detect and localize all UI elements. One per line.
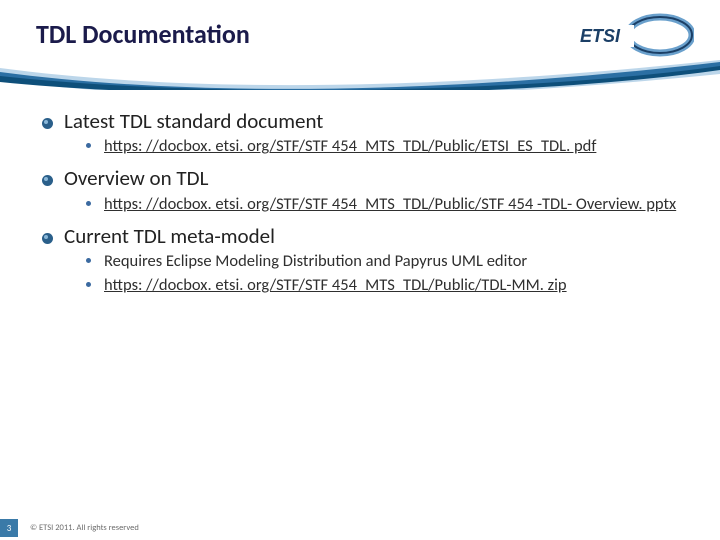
sub-list: https: //docbox. etsi. org/STF/STF 454_M… bbox=[86, 136, 688, 157]
list-item: https: //docbox. etsi. org/STF/STF 454_M… bbox=[86, 194, 688, 215]
dot-bullet-icon bbox=[86, 143, 91, 148]
header-swoosh bbox=[0, 58, 720, 90]
section-heading: Overview on TDL bbox=[64, 165, 688, 191]
logo-text: ETSI bbox=[580, 26, 621, 46]
sphere-bullet-icon bbox=[42, 172, 53, 183]
section-item: Latest TDL standard document https: //do… bbox=[42, 108, 688, 157]
link-text[interactable]: https: //docbox. etsi. org/STF/STF 454_M… bbox=[104, 194, 688, 215]
slide: TDL Documentation ETSI bbox=[0, 0, 720, 540]
footer: 3 © ETSI 2011. All rights reserved bbox=[0, 514, 720, 540]
item-text: Requires Eclipse Modeling Distribution a… bbox=[104, 251, 688, 272]
list-item: https: //docbox. etsi. org/STF/STF 454_M… bbox=[86, 275, 688, 296]
bullet-list: Latest TDL standard document https: //do… bbox=[42, 108, 688, 296]
list-item: Requires Eclipse Modeling Distribution a… bbox=[86, 251, 688, 272]
dot-bullet-icon bbox=[86, 258, 91, 263]
etsi-logo: ETSI bbox=[574, 12, 694, 58]
dot-bullet-icon bbox=[86, 282, 91, 287]
dot-bullet-icon bbox=[86, 201, 91, 206]
header: TDL Documentation ETSI bbox=[0, 0, 720, 86]
slide-title: TDL Documentation bbox=[36, 18, 250, 50]
section-item: Current TDL meta-model Requires Eclipse … bbox=[42, 223, 688, 296]
link-text[interactable]: https: //docbox. etsi. org/STF/STF 454_M… bbox=[104, 136, 688, 157]
sub-list: https: //docbox. etsi. org/STF/STF 454_M… bbox=[86, 194, 688, 215]
sub-list: Requires Eclipse Modeling Distribution a… bbox=[86, 251, 688, 296]
sphere-bullet-icon bbox=[42, 230, 53, 241]
link-text[interactable]: https: //docbox. etsi. org/STF/STF 454_M… bbox=[104, 275, 688, 296]
section-heading: Current TDL meta-model bbox=[64, 223, 688, 249]
copyright-text: © ETSI 2011. All rights reserved bbox=[30, 523, 139, 533]
content-body: Latest TDL standard document https: //do… bbox=[42, 108, 688, 304]
sphere-bullet-icon bbox=[42, 115, 53, 126]
slide-number: 3 bbox=[0, 519, 18, 537]
section-item: Overview on TDL https: //docbox. etsi. o… bbox=[42, 165, 688, 214]
list-item: https: //docbox. etsi. org/STF/STF 454_M… bbox=[86, 136, 688, 157]
section-heading: Latest TDL standard document bbox=[64, 108, 688, 134]
